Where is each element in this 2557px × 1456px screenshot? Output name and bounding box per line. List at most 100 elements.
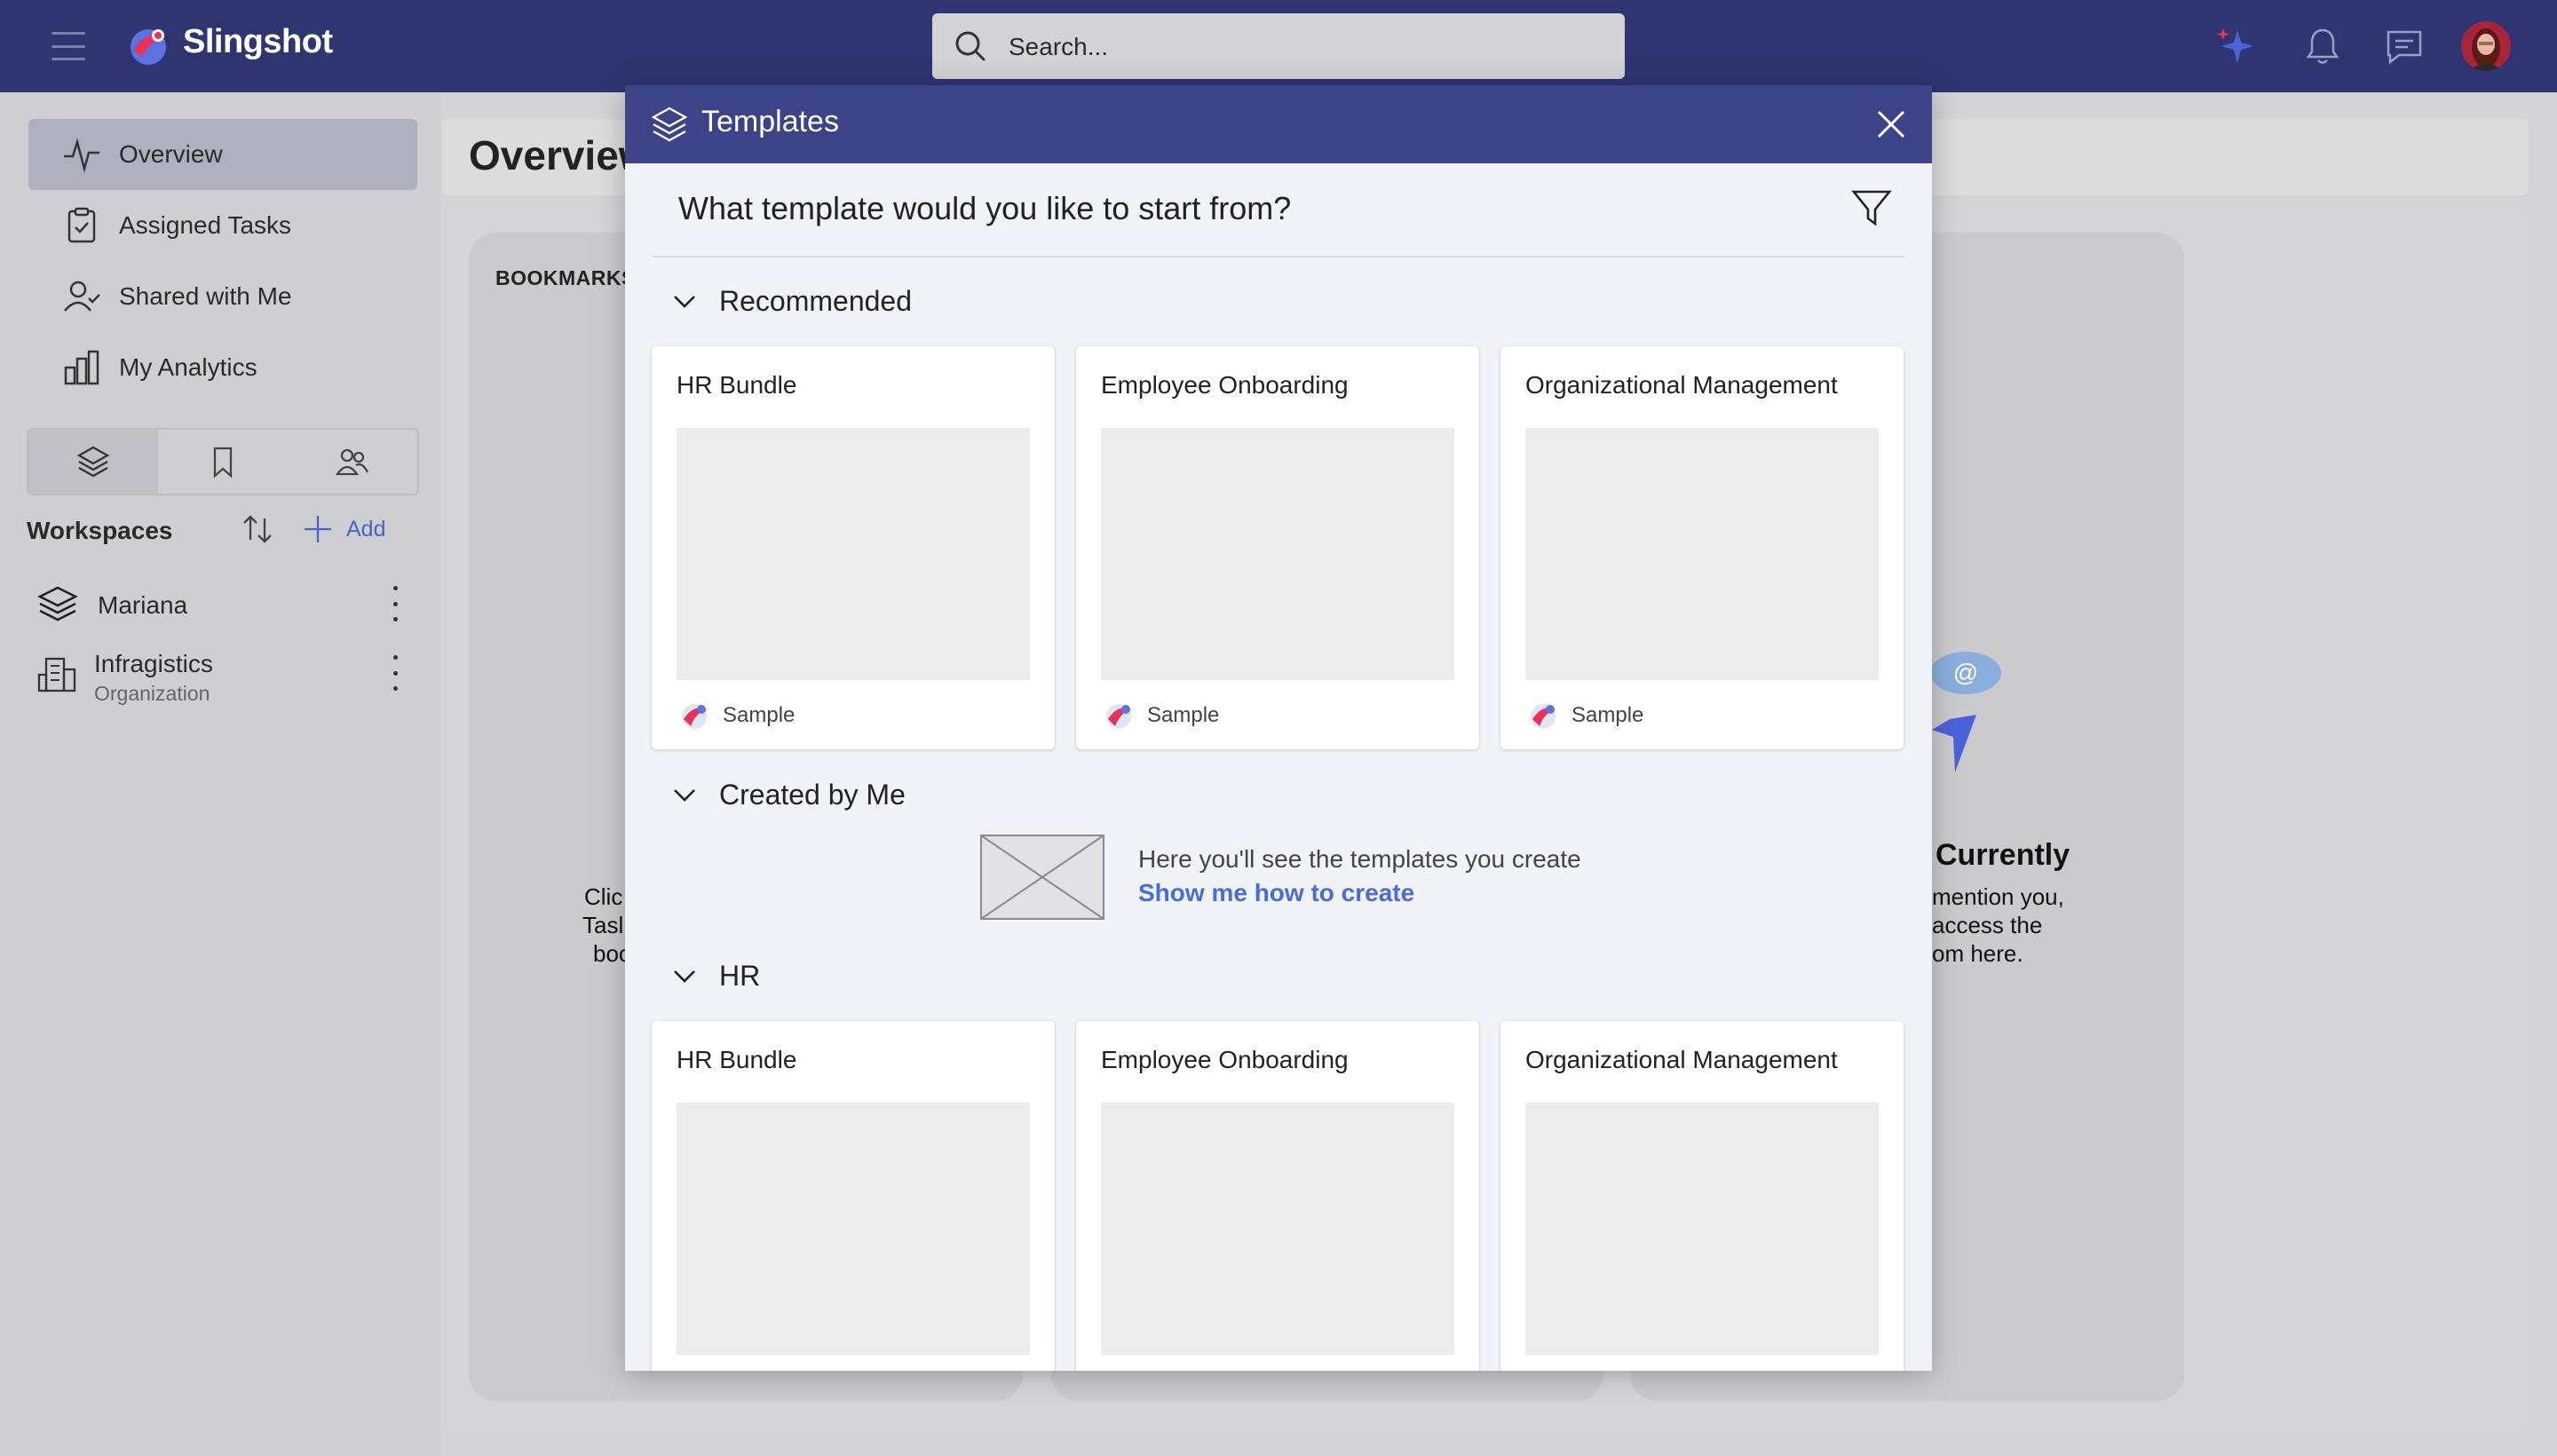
sample-tag: Sample bbox=[678, 700, 795, 732]
template-name: Employee Onboarding bbox=[1101, 1046, 1349, 1073]
template-thumbnail bbox=[677, 428, 1030, 680]
layers-icon bbox=[37, 586, 78, 621]
sidebar: Overview Assigned Tasks Shared with Me M… bbox=[0, 92, 440, 1456]
slingshot-logo-icon bbox=[1106, 704, 1131, 729]
divider bbox=[652, 256, 1905, 257]
search-input[interactable] bbox=[1007, 13, 1596, 81]
brand-name: Slingshot bbox=[183, 23, 333, 60]
template-card[interactable]: Organizational Management Sample bbox=[1500, 346, 1904, 749]
user-check-icon bbox=[62, 277, 101, 316]
mentions-heading: Currently bbox=[1936, 838, 2070, 872]
template-card[interactable]: Organizational Management bbox=[1500, 1021, 1904, 1371]
plus-icon bbox=[305, 516, 331, 542]
workspaces-heading: Workspaces bbox=[27, 517, 173, 544]
show-how-link[interactable]: Show me how to create bbox=[1138, 879, 1414, 907]
template-name: Employee Onboarding bbox=[1101, 371, 1349, 399]
building-icon bbox=[37, 657, 76, 692]
section-created-by-me[interactable]: Created by Me bbox=[669, 772, 906, 817]
sidebar-item-assigned-tasks[interactable]: Assigned Tasks bbox=[28, 190, 417, 261]
filter-icon[interactable] bbox=[1850, 186, 1893, 229]
add-label: Add bbox=[346, 516, 386, 542]
sparkle-icon[interactable] bbox=[2214, 25, 2257, 67]
avatar[interactable] bbox=[2461, 21, 2511, 71]
sidebar-item-label: My Analytics bbox=[119, 353, 257, 381]
sample-label: Sample bbox=[1147, 703, 1220, 727]
sidebar-item-overview[interactable]: Overview bbox=[28, 119, 417, 190]
section-hr[interactable]: HR bbox=[669, 954, 760, 998]
pulse-icon bbox=[62, 135, 101, 174]
template-name: HR Bundle bbox=[677, 371, 797, 399]
template-card[interactable]: HR Bundle Sample bbox=[652, 346, 1055, 749]
sample-tag: Sample bbox=[1527, 700, 1643, 732]
mentions-text-line: mention you, bbox=[1932, 883, 2064, 910]
template-name: HR Bundle bbox=[677, 1046, 797, 1073]
workspace-item-mariana[interactable]: Mariana bbox=[36, 574, 408, 636]
mentions-text-line: access the bbox=[1932, 912, 2043, 938]
sidebar-item-label: Overview bbox=[119, 140, 223, 168]
mention-illustration-icon: @ bbox=[1930, 652, 2001, 772]
empty-state-text: Here you'll see the templates you create bbox=[1138, 845, 1581, 873]
search-bar[interactable] bbox=[932, 13, 1625, 81]
templates-dialog: Templates What template would you like t… bbox=[625, 85, 1932, 1371]
workspace-item-infragistics[interactable]: Infragistics Organization bbox=[36, 643, 408, 705]
slingshot-logo-icon bbox=[1531, 704, 1556, 729]
sample-tag: Sample bbox=[1103, 700, 1219, 732]
template-name: Organizational Management bbox=[1525, 1046, 1838, 1073]
chevron-down-icon bbox=[674, 296, 695, 308]
sidebar-item-label: Assigned Tasks bbox=[119, 211, 292, 239]
empty-placeholder-image-icon bbox=[980, 835, 1104, 920]
template-card[interactable]: Employee Onboarding Sample bbox=[1076, 346, 1479, 749]
template-card[interactable]: HR Bundle bbox=[652, 1021, 1055, 1371]
sidebar-item-label: Shared with Me bbox=[119, 282, 292, 310]
template-thumbnail bbox=[1101, 1103, 1454, 1355]
tab-people[interactable] bbox=[288, 430, 417, 494]
bookmarks-hint-line: Tasl bbox=[582, 912, 624, 938]
template-thumbnail bbox=[1525, 1103, 1879, 1355]
add-workspace-button[interactable]: Add bbox=[302, 511, 385, 547]
tab-workspaces[interactable] bbox=[28, 430, 158, 494]
sidebar-view-tabs bbox=[27, 428, 419, 495]
more-options-icon[interactable] bbox=[382, 586, 408, 621]
template-name: Organizational Management bbox=[1525, 371, 1838, 399]
people-icon bbox=[335, 448, 369, 476]
slingshot-logo-icon bbox=[131, 29, 166, 65]
section-recommended[interactable]: Recommended bbox=[669, 279, 912, 323]
dialog-question: What template would you like to start fr… bbox=[678, 190, 1292, 226]
top-bar: Slingshot bbox=[0, 0, 2557, 92]
bookmarks-hint-line: Clic bbox=[584, 883, 623, 910]
layers-icon bbox=[76, 446, 110, 478]
section-label: Recommended bbox=[719, 284, 912, 317]
sample-label: Sample bbox=[1571, 703, 1644, 727]
sidebar-item-my-analytics[interactable]: My Analytics bbox=[28, 332, 417, 403]
chevron-down-icon bbox=[674, 970, 695, 983]
workspace-name: Mariana bbox=[98, 591, 188, 619]
close-icon[interactable] bbox=[1872, 105, 1911, 144]
sidebar-item-shared-with-me[interactable]: Shared with Me bbox=[28, 261, 417, 332]
more-options-icon[interactable] bbox=[382, 655, 408, 691]
tab-bookmarks[interactable] bbox=[158, 430, 288, 494]
template-thumbnail bbox=[677, 1103, 1030, 1355]
bookmark-icon bbox=[213, 447, 233, 479]
template-thumbnail bbox=[1525, 428, 1879, 680]
bell-icon[interactable] bbox=[2301, 25, 2344, 67]
chat-icon[interactable] bbox=[2383, 25, 2426, 67]
section-label: Created by Me bbox=[719, 778, 906, 811]
sort-icon[interactable] bbox=[240, 511, 275, 547]
user-avatar-icon bbox=[2461, 21, 2511, 71]
section-label: HR bbox=[719, 959, 761, 992]
hamburger-menu-icon[interactable] bbox=[51, 32, 85, 60]
svg-text:@: @ bbox=[1953, 659, 1978, 686]
mentions-text-line: om here. bbox=[1932, 940, 2023, 967]
workspace-name: Infragistics bbox=[94, 650, 213, 677]
clipboard-icon bbox=[62, 206, 101, 245]
layers-icon bbox=[651, 107, 688, 142]
bookmarks-label: BOOKMARKS bbox=[495, 266, 636, 289]
template-thumbnail bbox=[1101, 428, 1454, 680]
slingshot-logo-icon bbox=[682, 704, 707, 729]
template-card[interactable]: Employee Onboarding bbox=[1076, 1021, 1479, 1371]
dialog-header: Templates bbox=[625, 85, 1932, 163]
dialog-title: Templates bbox=[701, 105, 839, 138]
chevron-down-icon bbox=[674, 789, 695, 802]
search-icon bbox=[955, 31, 986, 61]
workspace-type: Organization bbox=[94, 682, 210, 705]
